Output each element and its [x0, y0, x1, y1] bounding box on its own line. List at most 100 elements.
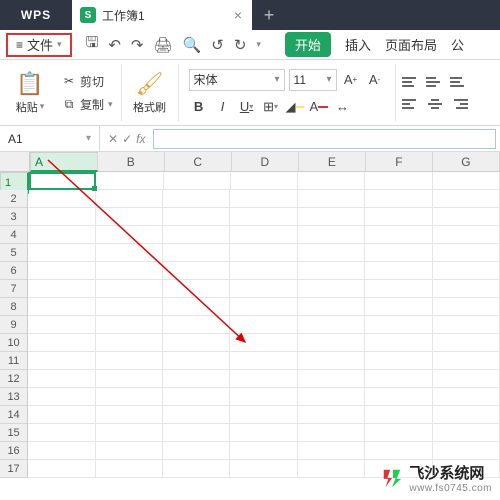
cell[interactable] [28, 370, 95, 388]
cell[interactable] [433, 244, 500, 262]
cell[interactable] [365, 244, 432, 262]
cell[interactable] [433, 262, 500, 280]
cell[interactable] [230, 388, 297, 406]
cell[interactable] [230, 316, 297, 334]
cell[interactable] [96, 406, 163, 424]
underline-button[interactable]: U▾ [237, 97, 257, 117]
cell[interactable] [28, 280, 95, 298]
cell[interactable] [365, 334, 432, 352]
qat-dropdown-icon[interactable]: ▾ [256, 39, 261, 50]
redo-icon[interactable]: ↷ [131, 36, 144, 54]
cell[interactable] [163, 424, 230, 442]
cell[interactable] [28, 226, 95, 244]
workbook-tab[interactable]: S 工作簿1 × [72, 0, 252, 30]
row-header-9[interactable]: 9 [0, 316, 28, 334]
cell[interactable] [163, 406, 230, 424]
spreadsheet-grid[interactable]: ABCDEFG 1234567891011121314151617 [0, 152, 500, 478]
undo-history-icon[interactable]: ↺ [211, 36, 224, 54]
cell[interactable] [96, 370, 163, 388]
row-header-6[interactable]: 6 [0, 262, 28, 280]
row-header-3[interactable]: 3 [0, 208, 28, 226]
align-left-button[interactable] [402, 96, 420, 112]
font-name-select[interactable]: 宋体▾ [189, 69, 285, 91]
cell[interactable] [163, 316, 230, 334]
tab-formula[interactable]: 公 [451, 35, 464, 54]
tab-start[interactable]: 开始 [285, 32, 331, 57]
cell[interactable] [298, 334, 365, 352]
cell[interactable] [433, 442, 500, 460]
cell[interactable] [298, 190, 365, 208]
cell[interactable] [298, 388, 365, 406]
cell[interactable] [96, 208, 163, 226]
cell[interactable] [230, 460, 297, 478]
cell[interactable] [96, 226, 163, 244]
tab-insert[interactable]: 插入 [345, 35, 371, 54]
cell[interactable] [163, 298, 230, 316]
format-brush-button[interactable]: 🖌 格式刷 [130, 64, 170, 121]
cell[interactable] [96, 262, 163, 280]
cell[interactable] [433, 208, 500, 226]
cell[interactable] [365, 370, 432, 388]
bold-button[interactable]: B [189, 97, 209, 117]
cell[interactable] [298, 172, 365, 190]
cell[interactable] [28, 460, 95, 478]
cell[interactable] [96, 298, 163, 316]
cell[interactable] [433, 334, 500, 352]
row-header-11[interactable]: 11 [0, 352, 28, 370]
cell[interactable] [28, 406, 95, 424]
align-right-button[interactable] [450, 96, 468, 112]
cell[interactable] [163, 352, 230, 370]
cell[interactable] [433, 370, 500, 388]
cell[interactable] [230, 208, 297, 226]
align-top-button[interactable] [402, 74, 420, 90]
cell[interactable] [433, 226, 500, 244]
cell[interactable] [365, 352, 432, 370]
cell[interactable] [298, 280, 365, 298]
tab-layout[interactable]: 页面布局 [385, 35, 437, 54]
cell[interactable] [163, 190, 230, 208]
cell[interactable] [231, 172, 298, 190]
row-header-12[interactable]: 12 [0, 370, 28, 388]
col-header-F[interactable]: F [366, 152, 433, 172]
close-icon[interactable]: × [234, 7, 242, 23]
cell[interactable] [433, 406, 500, 424]
cell[interactable] [365, 424, 432, 442]
font-size-select[interactable]: 11▾ [289, 69, 337, 91]
cell[interactable] [96, 388, 163, 406]
align-middle-button[interactable] [426, 74, 444, 90]
cell[interactable] [433, 352, 500, 370]
accept-formula-icon[interactable]: ✓ [122, 132, 132, 146]
cell[interactable] [365, 316, 432, 334]
cell[interactable] [96, 244, 163, 262]
cell[interactable] [28, 388, 95, 406]
cell[interactable] [230, 190, 297, 208]
cell[interactable] [230, 352, 297, 370]
cell[interactable] [230, 424, 297, 442]
cell[interactable] [298, 226, 365, 244]
undo-icon[interactable]: ↶ [108, 36, 121, 54]
print-icon[interactable]: 🖨 [154, 36, 173, 54]
name-box[interactable]: A1 ▾ [0, 126, 100, 151]
col-header-B[interactable]: B [98, 152, 165, 172]
cell[interactable] [365, 406, 432, 424]
cut-button[interactable]: ✂剪切 [62, 73, 113, 90]
row-header-2[interactable]: 2 [0, 190, 28, 208]
cell[interactable] [28, 244, 95, 262]
cell[interactable] [365, 208, 432, 226]
cell[interactable] [96, 316, 163, 334]
cell[interactable] [298, 370, 365, 388]
cell[interactable] [96, 424, 163, 442]
cell[interactable] [28, 262, 95, 280]
cell[interactable] [298, 262, 365, 280]
cell[interactable] [96, 190, 163, 208]
cell[interactable] [28, 190, 95, 208]
kerning-button[interactable]: ↔ [333, 97, 353, 117]
cell[interactable] [163, 388, 230, 406]
cell[interactable] [230, 334, 297, 352]
cell[interactable] [28, 442, 95, 460]
fx-icon[interactable]: fx [136, 132, 145, 146]
col-header-D[interactable]: D [232, 152, 299, 172]
cell[interactable] [298, 406, 365, 424]
row-header-13[interactable]: 13 [0, 388, 28, 406]
cell[interactable] [230, 442, 297, 460]
